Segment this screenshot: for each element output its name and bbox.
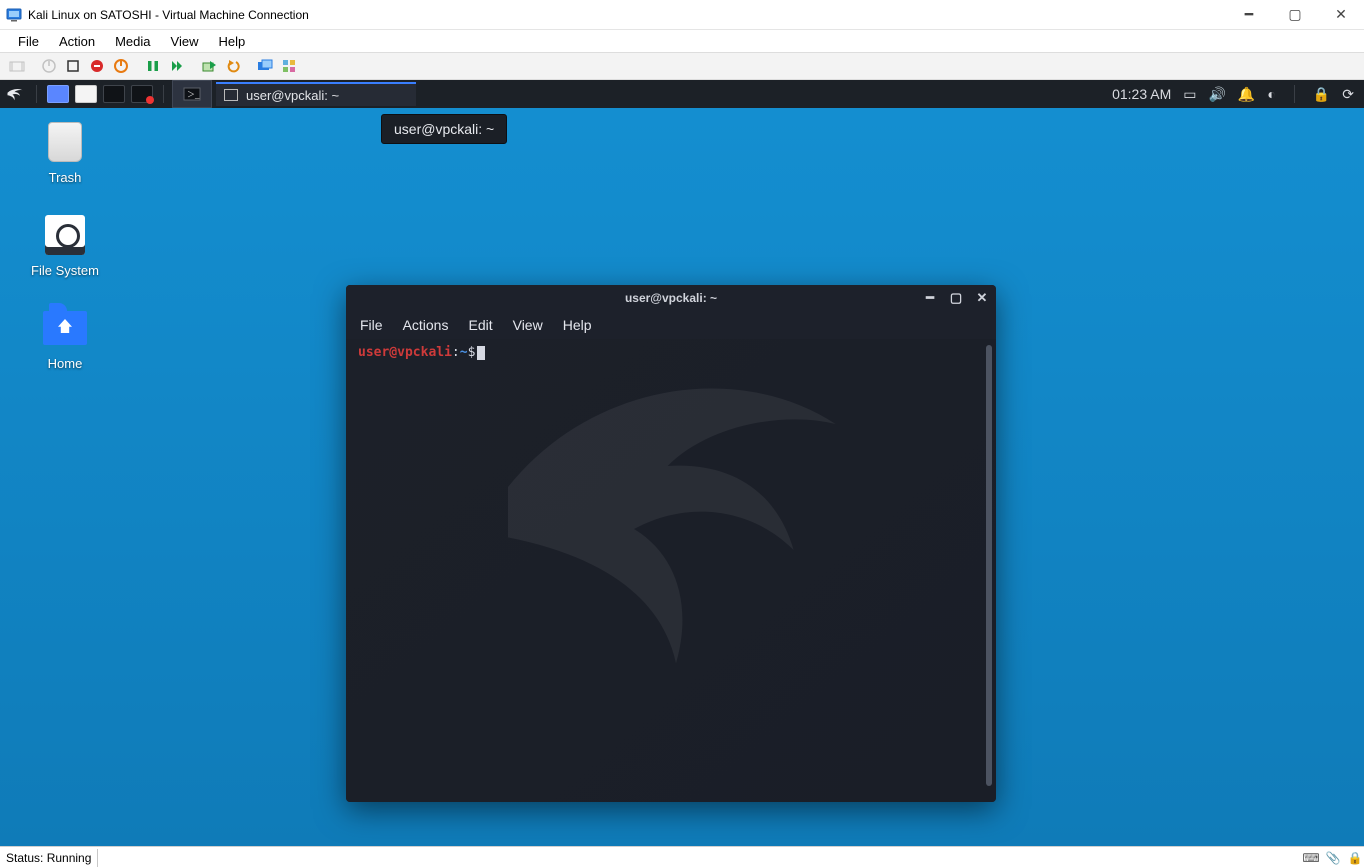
disk-icon xyxy=(45,215,85,255)
minimize-button[interactable]: ━ xyxy=(1226,0,1272,29)
quick-launch xyxy=(43,80,157,108)
terminal-icon xyxy=(224,89,238,101)
menu-action[interactable]: Action xyxy=(49,32,105,51)
terminal-menubar: File Actions Edit View Help xyxy=(346,311,996,339)
revert-button[interactable] xyxy=(222,55,244,77)
lock-status-icon: 🔒 xyxy=(1346,851,1364,865)
vmconnect-icon xyxy=(6,7,22,23)
kali-menu-button[interactable] xyxy=(0,80,30,108)
prompt-colon: : xyxy=(452,345,460,360)
save-button[interactable] xyxy=(110,55,132,77)
home-folder-icon xyxy=(43,311,87,345)
desktop-icon-filesystem[interactable]: File System xyxy=(10,213,120,278)
terminal-close-button[interactable]: ✕ xyxy=(974,290,990,306)
shutdown-button[interactable] xyxy=(86,55,108,77)
volume-icon[interactable]: 🔊 xyxy=(1208,86,1225,103)
term-menu-edit[interactable]: Edit xyxy=(468,317,492,333)
share-button[interactable] xyxy=(278,55,300,77)
checkpoint-button[interactable] xyxy=(198,55,220,77)
updates-icon[interactable]: ◐ xyxy=(1267,86,1275,102)
prompt-path: ~ xyxy=(460,345,468,360)
term-menu-view[interactable]: View xyxy=(513,317,543,333)
desktop-icon-trash[interactable]: Trash xyxy=(10,120,120,185)
kali-dragon-watermark xyxy=(416,319,936,739)
trash-icon xyxy=(48,122,82,162)
prompt-symbol: $ xyxy=(468,345,476,360)
screen-recorder-icon[interactable] xyxy=(131,85,153,103)
menu-file[interactable]: File xyxy=(8,32,49,51)
ctrl-alt-del-button[interactable] xyxy=(6,55,28,77)
turnoff-button[interactable] xyxy=(62,55,84,77)
hyperv-titlebar: Kali Linux on SATOSHI - Virtual Machine … xyxy=(0,0,1364,30)
vm-display[interactable]: ＞_ user@vpckali: ~ 01:23 AM ▭ 🔊 🔔 ◐ 🔒 ⟳ … xyxy=(0,80,1364,846)
start-button[interactable] xyxy=(38,55,60,77)
tooltip: user@vpckali: ~ xyxy=(381,114,507,144)
term-menu-actions[interactable]: Actions xyxy=(403,317,449,333)
menu-view[interactable]: View xyxy=(161,32,209,51)
hyperv-window-title: Kali Linux on SATOSHI - Virtual Machine … xyxy=(28,8,1226,22)
taskbar-window-button[interactable]: user@vpckali: ~ xyxy=(216,82,416,106)
term-menu-file[interactable]: File xyxy=(360,317,383,333)
keyboard-status-icon: ⌨ xyxy=(1302,851,1320,865)
menu-help[interactable]: Help xyxy=(208,32,255,51)
clipboard-status-icon: 📎 xyxy=(1324,851,1342,865)
system-tray: 01:23 AM ▭ 🔊 🔔 ◐ 🔒 ⟳ xyxy=(1112,85,1364,103)
status-text: Status: Running xyxy=(6,851,91,865)
notifications-icon[interactable]: 🔔 xyxy=(1238,86,1255,103)
close-button[interactable]: ✕ xyxy=(1318,0,1364,29)
taskbar-window-title: user@vpckali: ~ xyxy=(246,88,339,103)
separator xyxy=(97,849,98,867)
reset-button[interactable] xyxy=(166,55,188,77)
terminal-minimize-button[interactable]: ━ xyxy=(922,290,938,306)
kali-taskbar: ＞_ user@vpckali: ~ 01:23 AM ▭ 🔊 🔔 ◐ 🔒 ⟳ xyxy=(0,80,1364,108)
icon-label: Trash xyxy=(49,170,82,185)
separator xyxy=(36,85,37,103)
maximize-button[interactable]: ▢ xyxy=(1272,0,1318,29)
desktop-icon-home[interactable]: Home xyxy=(10,306,120,371)
enhanced-session-button[interactable] xyxy=(254,55,276,77)
power-icon[interactable]: ⟳ xyxy=(1342,86,1354,103)
hyperv-toolbar xyxy=(0,52,1364,80)
file-manager-icon[interactable] xyxy=(75,85,97,103)
separator xyxy=(1294,85,1295,103)
show-desktop-icon[interactable] xyxy=(47,85,69,103)
lock-icon[interactable]: 🔒 xyxy=(1313,86,1330,103)
hyperv-menubar: File Action Media View Help xyxy=(0,30,1364,52)
terminal-maximize-button[interactable]: ▢ xyxy=(948,290,964,306)
terminal-title: user@vpckali: ~ xyxy=(625,291,717,305)
workspace-icon[interactable]: ▭ xyxy=(1183,86,1196,103)
clock[interactable]: 01:23 AM xyxy=(1112,86,1171,102)
terminal-window[interactable]: user@vpckali: ~ ━ ▢ ✕ File Actions Edit … xyxy=(346,285,996,802)
desktop-icons: Trash File System Home xyxy=(10,120,120,371)
icon-label: Home xyxy=(48,356,83,371)
taskbar-app-terminal[interactable]: ＞_ xyxy=(172,80,212,108)
separator xyxy=(163,85,164,103)
prompt-user: user@vpckali xyxy=(358,345,452,360)
cursor xyxy=(477,346,485,360)
menu-media[interactable]: Media xyxy=(105,32,160,51)
svg-text:＞_: ＞_ xyxy=(187,90,200,99)
terminal-launcher-icon[interactable] xyxy=(103,85,125,103)
term-menu-help[interactable]: Help xyxy=(563,317,592,333)
terminal-titlebar[interactable]: user@vpckali: ~ ━ ▢ ✕ xyxy=(346,285,996,311)
icon-label: File System xyxy=(31,263,99,278)
pause-button[interactable] xyxy=(142,55,164,77)
tooltip-text: user@vpckali: ~ xyxy=(394,121,494,137)
hyperv-statusbar: Status: Running ⌨ 📎 🔒 xyxy=(0,846,1364,868)
terminal-body[interactable]: user@vpckali:~$ xyxy=(346,339,996,802)
